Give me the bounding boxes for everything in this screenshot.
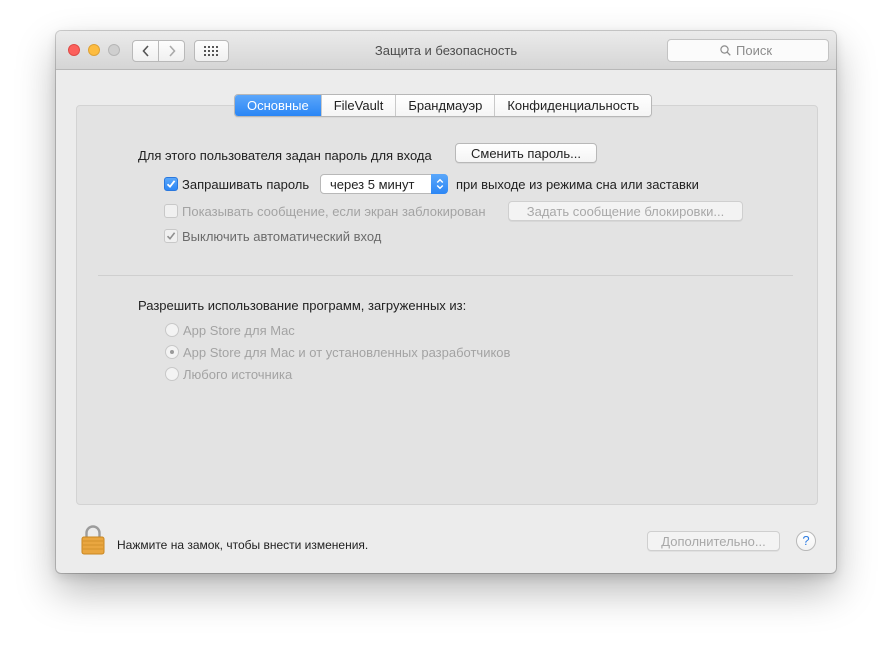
radio-anywhere[interactable]	[165, 367, 179, 381]
radio-anywhere-label: Любого источника	[183, 367, 292, 382]
disable-autologin-label: Выключить автоматический вход	[182, 229, 381, 244]
set-lock-message-button[interactable]: Задать сообщение блокировки...	[508, 201, 743, 221]
tab-general[interactable]: Основные	[235, 95, 321, 116]
updown-chevron-icon	[431, 174, 448, 194]
lock-hint-text: Нажмите на замок, чтобы внести изменения…	[117, 538, 368, 552]
section-divider	[98, 275, 793, 276]
require-password-checkbox[interactable]	[164, 177, 178, 191]
search-input[interactable]	[736, 43, 776, 58]
password-set-label: Для этого пользователя задан пароль для …	[138, 148, 432, 163]
allow-apps-heading: Разрешить использование программ, загруж…	[138, 298, 466, 313]
radio-app-store-and-developers[interactable]	[165, 345, 179, 359]
search-icon	[720, 45, 731, 56]
tab-bar: Основные FileVault Брандмауэр Конфиденци…	[234, 94, 652, 117]
advanced-button[interactable]: Дополнительно...	[647, 531, 780, 551]
preferences-window: Защита и безопасность Основные FileVault…	[56, 31, 836, 573]
lock-icon[interactable]	[80, 525, 106, 555]
titlebar: Защита и безопасность	[56, 31, 836, 70]
password-delay-select[interactable]: через 5 минут	[320, 174, 448, 194]
tab-filevault[interactable]: FileVault	[321, 95, 396, 116]
tab-firewall[interactable]: Брандмауэр	[395, 95, 494, 116]
tab-privacy[interactable]: Конфиденциальность	[494, 95, 651, 116]
show-message-checkbox[interactable]	[164, 204, 178, 218]
password-delay-value: через 5 минут	[330, 177, 414, 192]
radio-app-store-label: App Store для Mac	[183, 323, 295, 338]
radio-app-store-and-developers-label: App Store для Mac и от установленных раз…	[183, 345, 510, 360]
checkmark-icon	[165, 230, 177, 242]
require-password-suffix: при выходе из режима сна или заставки	[456, 177, 699, 192]
disable-autologin-checkbox[interactable]	[164, 229, 178, 243]
checkmark-icon	[165, 178, 177, 190]
radio-app-store[interactable]	[165, 323, 179, 337]
require-password-label: Запрашивать пароль	[182, 177, 309, 192]
help-button[interactable]: ?	[796, 531, 816, 551]
search-field[interactable]	[667, 39, 829, 62]
show-message-label: Показывать сообщение, если экран заблоки…	[182, 204, 486, 219]
change-password-button[interactable]: Сменить пароль...	[455, 143, 597, 163]
